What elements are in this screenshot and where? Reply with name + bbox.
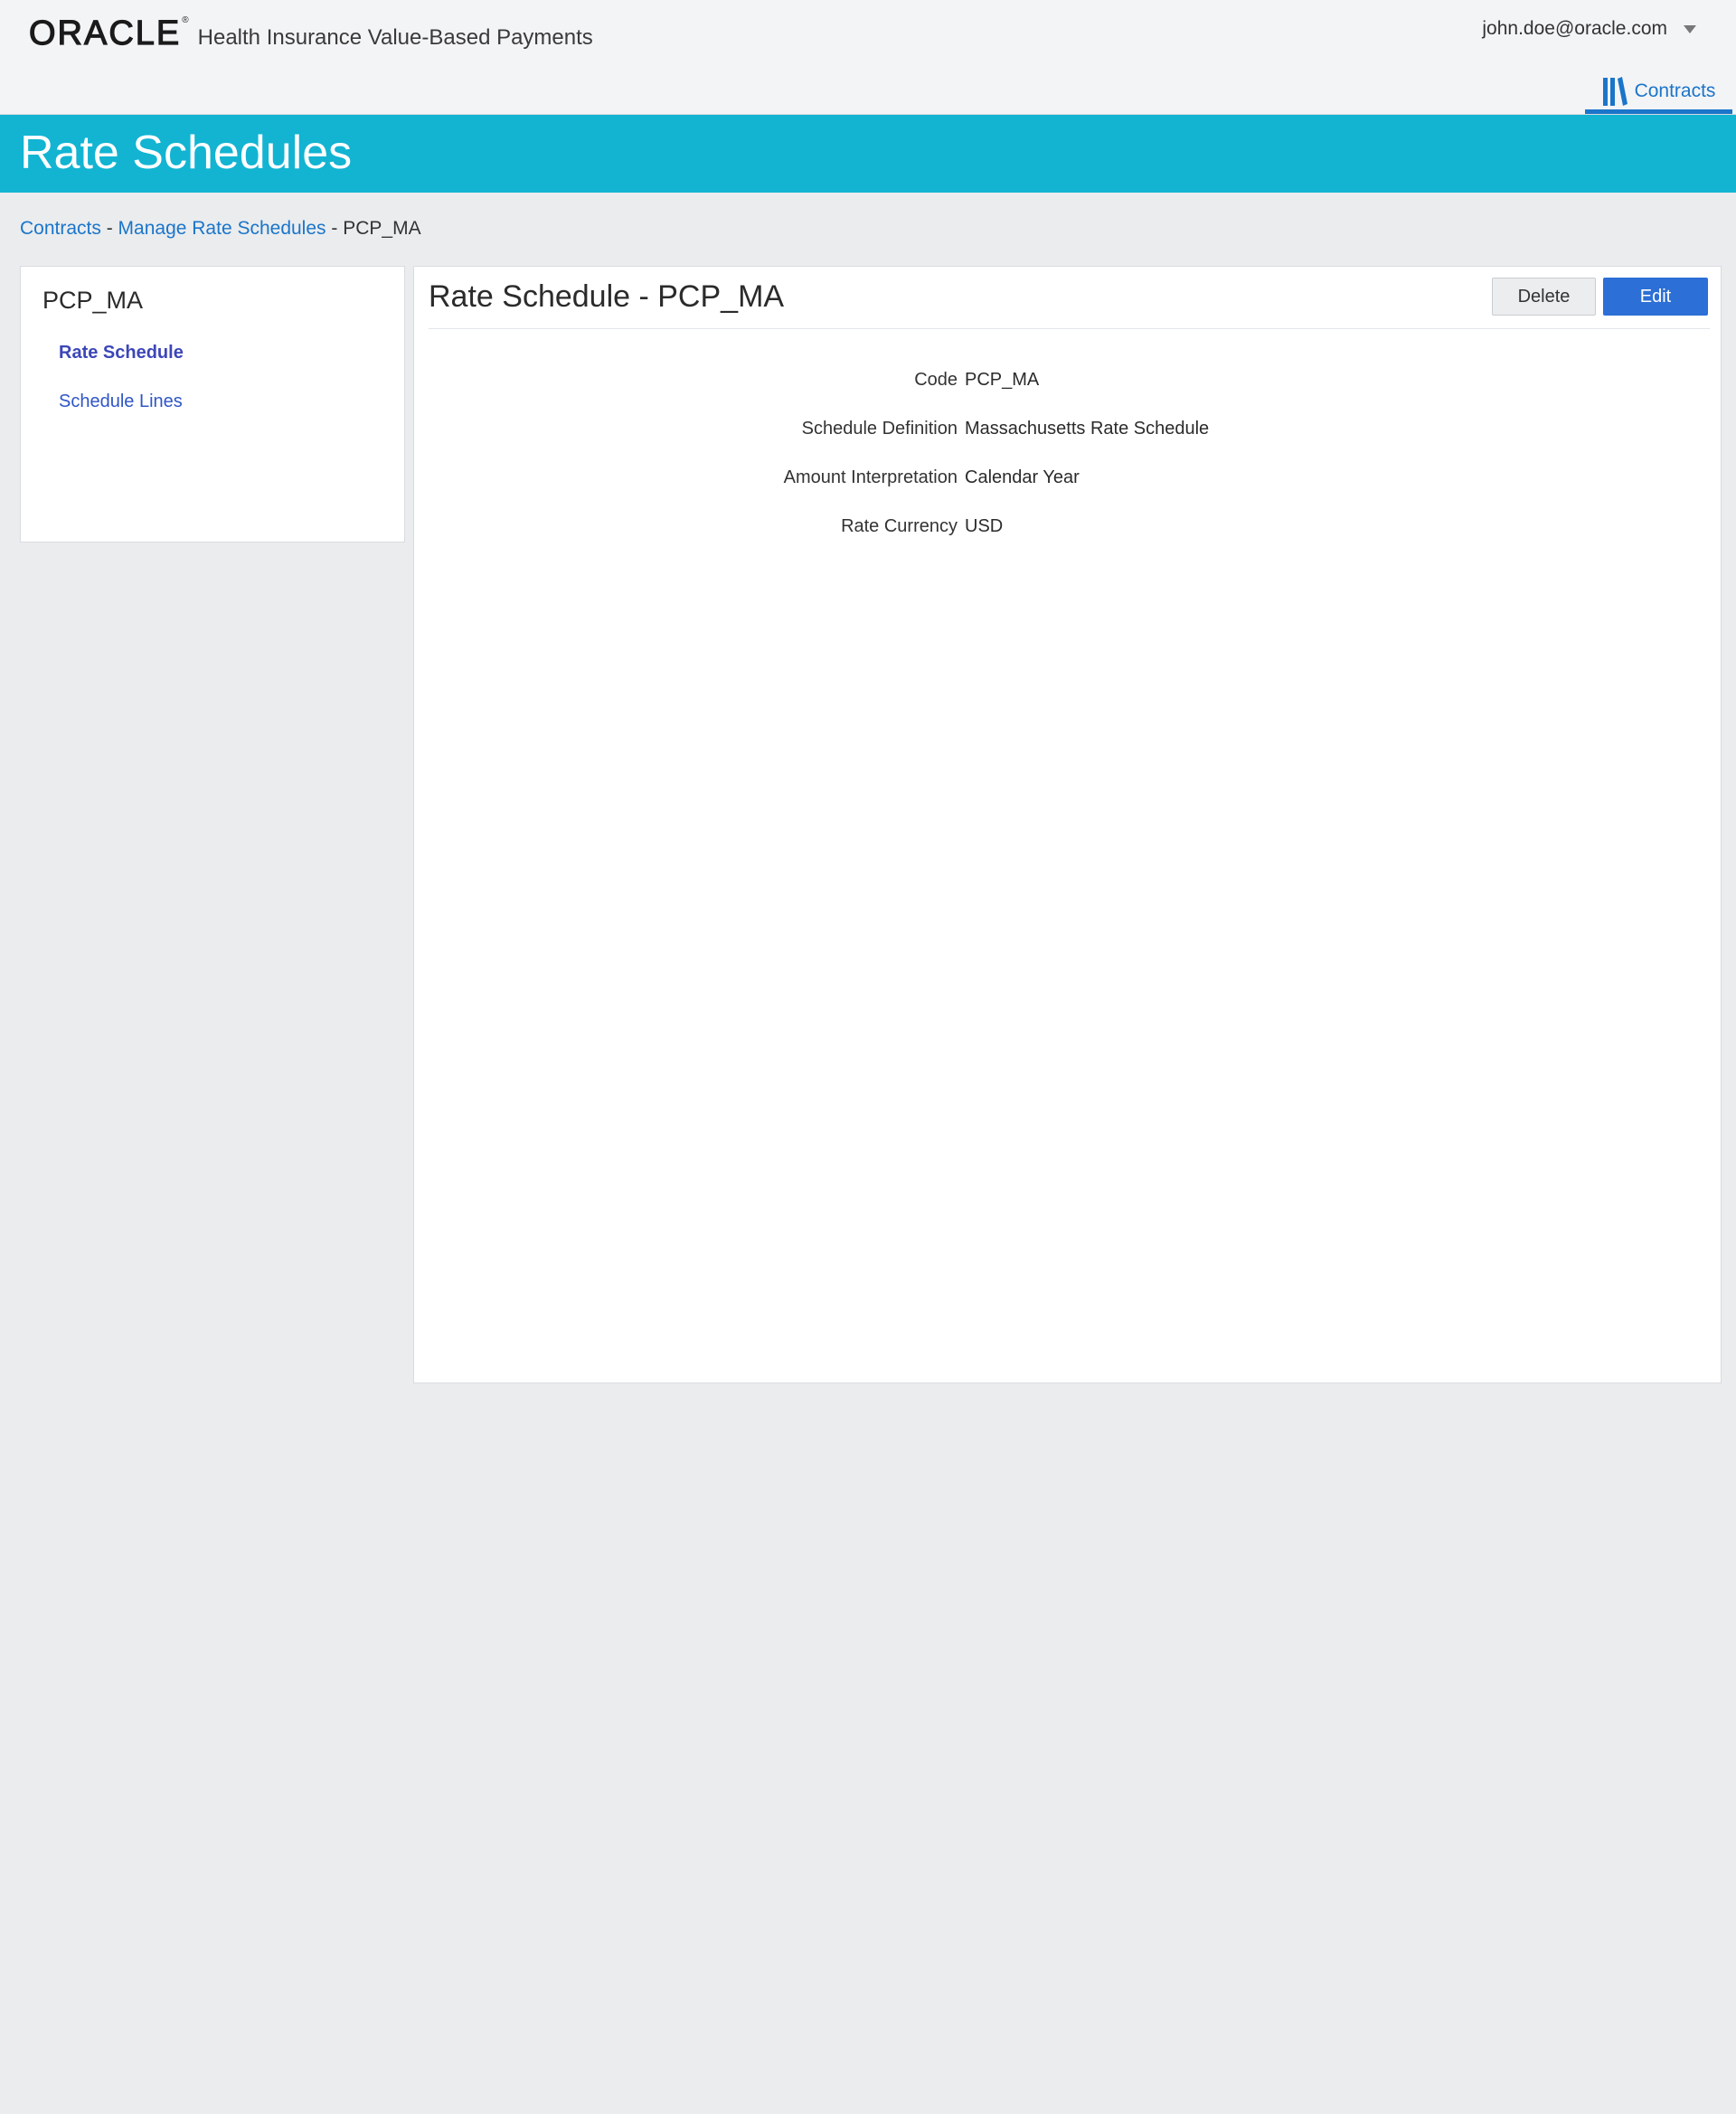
detail-header: Rate Schedule - PCP_MA Delete Edit bbox=[429, 267, 1710, 329]
sidebar-item-schedule-lines[interactable]: Schedule Lines bbox=[59, 392, 183, 412]
tab-contracts-label: Contracts bbox=[1634, 80, 1716, 101]
field-row-code: Code PCP_MA bbox=[414, 370, 1722, 397]
page-title-bar: Rate Schedules bbox=[0, 115, 1736, 193]
field-label: Schedule Definition bbox=[801, 419, 958, 439]
app-header: ORACLE® Health Insurance Value-Based Pay… bbox=[0, 0, 1736, 115]
edit-button[interactable]: Edit bbox=[1603, 278, 1708, 316]
sidebar-item-rate-schedule[interactable]: Rate Schedule bbox=[59, 343, 184, 363]
side-nav-panel: PCP_MA Rate Schedule Schedule Lines bbox=[20, 266, 405, 543]
logo-mark: ® bbox=[182, 15, 191, 25]
detail-title: Rate Schedule - PCP_MA bbox=[429, 279, 785, 314]
tab-contracts[interactable]: Contracts bbox=[1585, 72, 1732, 114]
field-label: Code bbox=[914, 370, 958, 390]
field-value: Calendar Year bbox=[965, 467, 1080, 487]
oracle-logo[interactable]: ORACLE® bbox=[28, 14, 191, 52]
side-nav-title: PCP_MA bbox=[42, 287, 144, 314]
brand[interactable]: ORACLE® Health Insurance Value-Based Pay… bbox=[28, 14, 593, 52]
breadcrumb-current: PCP_MA bbox=[343, 218, 421, 239]
delete-button[interactable]: Delete bbox=[1492, 278, 1596, 316]
field-value: PCP_MA bbox=[965, 370, 1040, 390]
user-menu[interactable]: john.doe@oracle.com bbox=[1482, 18, 1696, 40]
field-row-schedule-definition: Schedule Definition Massachusetts Rate S… bbox=[414, 419, 1722, 446]
page-title: Rate Schedules bbox=[20, 127, 353, 179]
chevron-down-icon[interactable] bbox=[1684, 24, 1696, 33]
field-value: USD bbox=[965, 516, 1004, 536]
detail-panel: Rate Schedule - PCP_MA Delete Edit Code … bbox=[413, 266, 1722, 1383]
breadcrumb-separator: - bbox=[106, 218, 118, 239]
breadcrumb-separator: - bbox=[331, 218, 344, 239]
breadcrumb: Contracts - Manage Rate Schedules - PCP_… bbox=[20, 218, 421, 240]
field-value: Massachusetts Rate Schedule bbox=[965, 419, 1210, 439]
field-label: Amount Interpretation bbox=[783, 467, 958, 487]
app-name: Health Insurance Value-Based Payments bbox=[197, 25, 593, 50]
breadcrumb-contracts[interactable]: Contracts bbox=[20, 218, 101, 239]
breadcrumb-manage-rate-schedules[interactable]: Manage Rate Schedules bbox=[118, 218, 326, 239]
logo-text: ORACLE bbox=[28, 14, 182, 52]
user-email: john.doe@oracle.com bbox=[1482, 18, 1667, 39]
field-label: Rate Currency bbox=[841, 516, 958, 536]
field-row-rate-currency: Rate Currency USD bbox=[414, 516, 1722, 543]
books-icon bbox=[1602, 76, 1628, 107]
field-row-amount-interpretation: Amount Interpretation Calendar Year bbox=[414, 467, 1722, 495]
